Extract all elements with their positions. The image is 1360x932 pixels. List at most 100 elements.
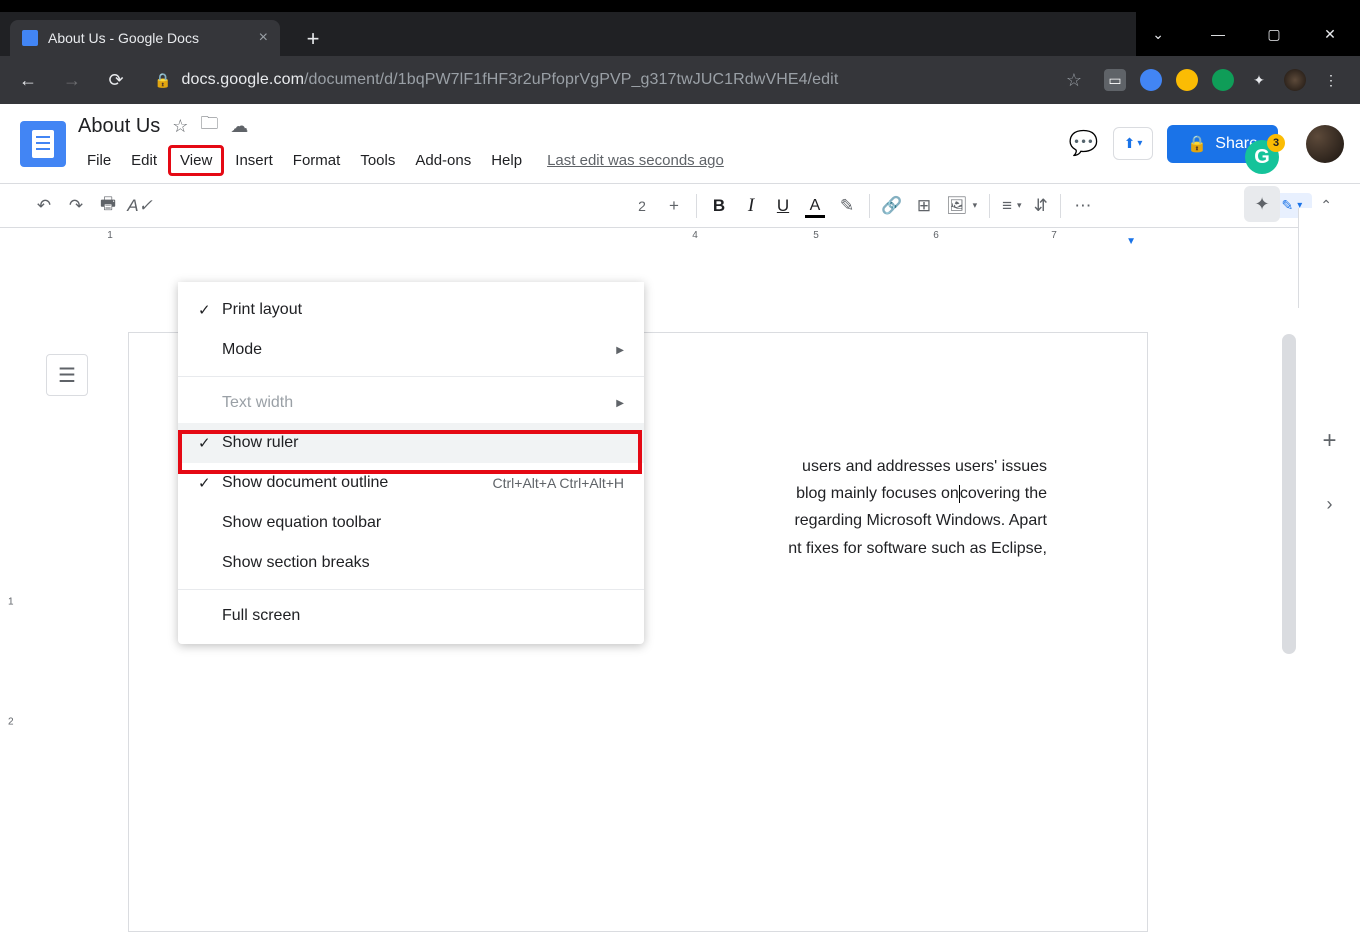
new-tab-button[interactable]: + <box>296 22 330 56</box>
vertical-scrollbar[interactable] <box>1282 334 1296 654</box>
menu-item-mode[interactable]: Mode ▶ <box>178 330 644 370</box>
ruler-tick: 7 <box>1051 230 1057 241</box>
profile-avatar-icon[interactable] <box>1284 69 1306 91</box>
separator <box>869 194 870 218</box>
menu-tools[interactable]: Tools <box>351 148 404 173</box>
ext-icon-3[interactable] <box>1176 69 1198 91</box>
docs-logo[interactable] <box>20 121 66 167</box>
vruler-tick: 2 <box>8 717 14 728</box>
menu-item-show-equation-toolbar[interactable]: Show equation toolbar <box>178 503 644 543</box>
reload-button[interactable]: ⟳ <box>98 62 134 98</box>
docs-header: About Us ☆ 🗀 ☁ File Edit View Insert For… <box>0 104 1360 184</box>
ruler-tick: 5 <box>813 230 819 241</box>
menu-help[interactable]: Help <box>482 148 531 173</box>
ext-icon-2[interactable] <box>1140 69 1162 91</box>
body-text: covering the <box>960 485 1047 502</box>
grammarly-icon[interactable]: G 3 <box>1245 140 1279 174</box>
google-docs-app: About Us ☆ 🗀 ☁ File Edit View Insert For… <box>0 104 1360 252</box>
present-button[interactable]: ⬆ ▾ <box>1113 127 1154 160</box>
menu-item-show-outline[interactable]: ✓ Show document outline Ctrl+Alt+A Ctrl+… <box>178 463 644 503</box>
check-icon: ✓ <box>198 301 222 319</box>
document-title[interactable]: About Us <box>78 115 160 138</box>
extensions-puzzle-icon[interactable]: ✦ <box>1248 69 1270 91</box>
move-icon[interactable]: 🗀 <box>200 111 218 141</box>
window-titlebar <box>0 0 1360 12</box>
grammarly-badge: 3 <box>1267 134 1285 152</box>
menu-insert[interactable]: Insert <box>226 148 282 173</box>
redo-icon[interactable]: ↷ <box>60 190 92 222</box>
separator <box>1060 194 1061 218</box>
url-host: docs.google.com <box>182 71 304 89</box>
tab-search-icon[interactable]: ⌄ <box>1152 26 1164 43</box>
address-bar[interactable]: 🔒 docs.google.com/document/d/1bqPW7lF1fH… <box>142 71 1048 89</box>
extensions-tray: ▭ ✦ ⋮ <box>1100 69 1350 91</box>
undo-icon[interactable]: ↶ <box>28 190 60 222</box>
maximize-icon[interactable]: ▢ <box>1260 26 1288 43</box>
more-toolbar-icon[interactable]: ⋯ <box>1067 190 1099 222</box>
close-window-icon[interactable]: ✕ <box>1316 26 1344 43</box>
menu-item-full-screen[interactable]: Full screen <box>178 596 644 636</box>
horizontal-ruler[interactable]: 1 4 5 6 7 ▼ <box>0 228 1360 252</box>
address-bar-row: ← → ⟳ 🔒 docs.google.com/document/d/1bqPW… <box>0 56 1360 104</box>
browser-menu-icon[interactable]: ⋮ <box>1320 69 1342 91</box>
minimize-icon[interactable]: — <box>1204 26 1232 42</box>
align-button[interactable]: ≡▾ <box>996 190 1027 222</box>
add-comment-icon[interactable]: ⊞ <box>908 190 940 222</box>
explore-button[interactable]: ✦ <box>1244 186 1280 222</box>
menubar: File Edit View Insert Format Tools Add-o… <box>78 145 1069 176</box>
add-addon-icon[interactable]: + <box>1317 428 1343 454</box>
text-color-button[interactable]: A <box>799 190 831 222</box>
ext-icon-4[interactable] <box>1212 69 1234 91</box>
margin-marker-icon[interactable]: ▼ <box>1126 236 1136 247</box>
ruler-tick: 1 <box>107 230 113 241</box>
docs-favicon <box>22 30 38 46</box>
bookmark-star-icon[interactable]: ☆ <box>1056 62 1092 98</box>
close-tab-icon[interactable]: × <box>259 29 268 47</box>
separator <box>696 194 697 218</box>
browser-tabstrip: About Us - Google Docs × + ⌄ — ▢ ✕ <box>0 12 1360 56</box>
menu-view[interactable]: View <box>168 145 224 176</box>
menu-item-print-layout[interactable]: ✓ Print layout <box>178 290 644 330</box>
hide-panel-icon[interactable]: › <box>1327 494 1333 515</box>
menu-item-show-ruler[interactable]: ✓ Show ruler <box>178 423 644 463</box>
menu-item-show-section-breaks[interactable]: Show section breaks <box>178 543 644 583</box>
body-text: blog mainly focuses on <box>796 485 959 502</box>
outline-toggle-button[interactable]: ☰ <box>46 354 88 396</box>
body-text: nt fixes for software such as Eclipse, <box>788 540 1047 557</box>
ext-icon-1[interactable]: ▭ <box>1104 69 1126 91</box>
side-panel: + › <box>1298 208 1360 308</box>
star-icon[interactable]: ☆ <box>172 116 188 137</box>
back-button[interactable]: ← <box>10 62 46 98</box>
window-controls: ⌄ — ▢ ✕ <box>1136 12 1360 56</box>
last-edit-link[interactable]: Last edit was seconds ago <box>547 152 724 169</box>
toolbar: ↶ ↷ 🖶 A✓ 2 + B I U A ✎ 🔗 ⊞ 🖼▾ ≡▾ ⇵ ⋯ ✎ ▾… <box>0 184 1360 228</box>
check-icon: ✓ <box>198 474 222 492</box>
submenu-arrow-icon: ▶ <box>616 345 624 356</box>
check-icon: ✓ <box>198 434 222 452</box>
menu-divider <box>178 376 644 377</box>
ruler-tick: 4 <box>692 230 698 241</box>
tab-title: About Us - Google Docs <box>48 30 199 46</box>
spellcheck-icon[interactable]: A✓ <box>124 190 156 222</box>
line-spacing-icon[interactable]: ⇵ <box>1028 190 1054 222</box>
font-size-field[interactable]: 2 <box>626 190 658 222</box>
italic-button[interactable]: I <box>735 190 767 222</box>
account-avatar[interactable] <box>1306 125 1344 163</box>
view-dropdown-menu: ✓ Print layout Mode ▶ Text width ▶ ✓ Sho… <box>178 282 644 644</box>
menu-format[interactable]: Format <box>284 148 350 173</box>
forward-button[interactable]: → <box>54 62 90 98</box>
insert-link-icon[interactable]: 🔗 <box>876 190 908 222</box>
comments-icon[interactable]: 💬 <box>1069 129 1099 158</box>
menu-edit[interactable]: Edit <box>122 148 166 173</box>
highlight-button[interactable]: ✎ <box>831 190 863 222</box>
browser-tab[interactable]: About Us - Google Docs × <box>10 20 280 56</box>
underline-button[interactable]: U <box>767 190 799 222</box>
menu-file[interactable]: File <box>78 148 120 173</box>
increase-font-button[interactable]: + <box>658 190 690 222</box>
menu-addons[interactable]: Add-ons <box>406 148 480 173</box>
bold-button[interactable]: B <box>703 190 735 222</box>
insert-image-icon[interactable]: 🖼▾ <box>940 190 983 222</box>
print-icon[interactable]: 🖶 <box>92 190 124 222</box>
present-caret: ▾ <box>1137 138 1142 149</box>
submenu-arrow-icon: ▶ <box>616 398 624 409</box>
